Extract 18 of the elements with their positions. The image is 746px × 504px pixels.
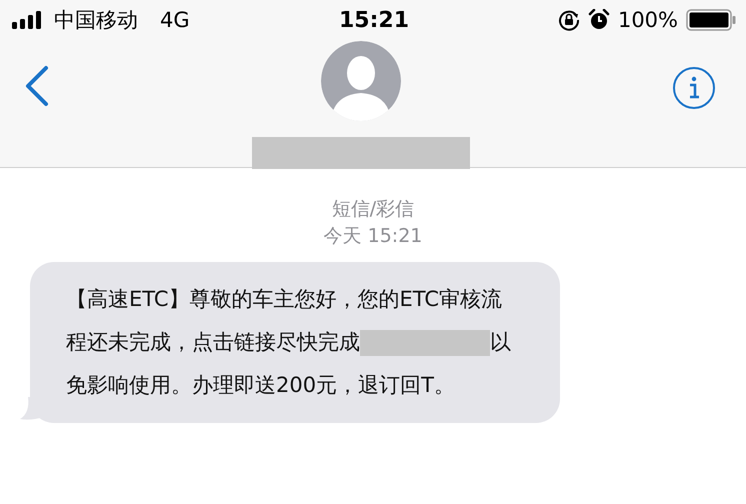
chevron-icon <box>24 65 50 107</box>
back-button[interactable] <box>24 65 50 107</box>
alarm-icon <box>588 9 610 31</box>
battery-icon <box>686 9 736 31</box>
network-type: 4G <box>160 8 190 32</box>
avatar-icon[interactable] <box>321 41 401 121</box>
message-text: 程还未完成，点击链接尽快完成 <box>66 329 360 356</box>
info-icon <box>672 66 716 110</box>
message-text: 免影响使用。办理即送200元，退订回T。 <box>66 372 455 399</box>
info-button[interactable] <box>672 66 716 110</box>
clock-time: 15:21 <box>338 8 410 32</box>
rotation-lock-icon <box>558 9 580 31</box>
battery-percent: 100% <box>618 8 678 32</box>
message-text: 【高速ETC】尊敬的车主您好，您的ETC审核流 <box>66 286 502 313</box>
carrier-name: 中国移动 <box>54 7 138 34</box>
message-timestamp: 今天 15:21 <box>324 224 422 249</box>
service-label: 短信/彩信 <box>332 197 414 222</box>
message-text: 以 <box>490 329 511 356</box>
